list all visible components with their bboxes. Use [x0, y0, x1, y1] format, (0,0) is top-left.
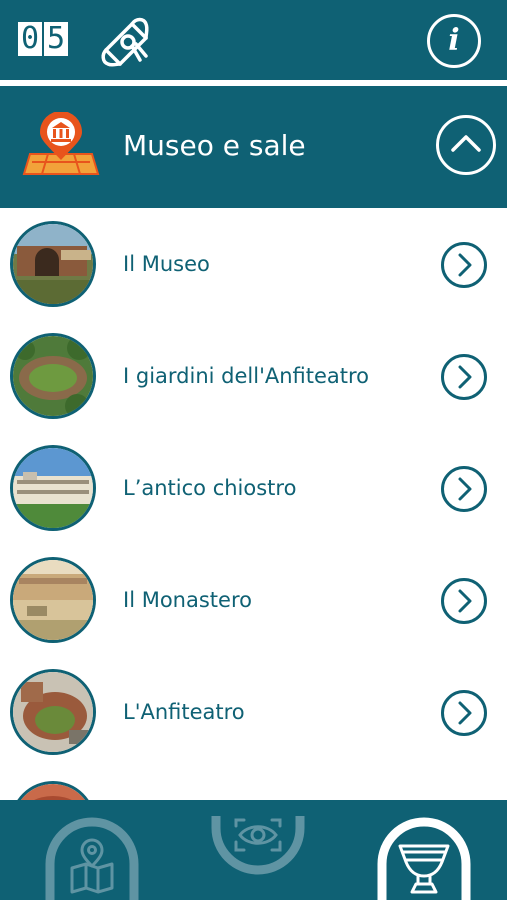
list-item-label: L’antico chiostro	[123, 476, 297, 500]
chevron-right-button[interactable]	[441, 466, 487, 512]
chevron-right-icon	[458, 477, 472, 501]
nav-scan-button[interactable]	[210, 816, 306, 900]
chevron-right-button[interactable]	[441, 578, 487, 624]
room-list: Il Museo I giardini dell'Anfiteatro L’an…	[0, 208, 507, 800]
chevron-right-button[interactable]	[441, 354, 487, 400]
chevron-up-icon	[451, 135, 481, 152]
section-title: Museo e sale	[123, 129, 306, 162]
list-item[interactable]: Il Monastero	[0, 544, 507, 656]
list-item-thumbnail	[10, 333, 96, 419]
list-item-label: Il Museo	[123, 252, 210, 276]
counter-digit-1: 0	[18, 22, 42, 56]
eye-scan-icon	[234, 818, 282, 852]
collapse-button[interactable]	[436, 115, 496, 175]
map-location-icon	[70, 838, 114, 894]
list-item-label: I giardini dell'Anfiteatro	[123, 364, 370, 388]
museum-map-pin-icon	[22, 112, 100, 175]
nav-map-button[interactable]	[44, 816, 140, 900]
list-item[interactable]: Il Museo	[0, 208, 507, 320]
list-item[interactable]: I giardini dell'Anfiteatro	[0, 320, 507, 432]
counter-digit-2: 5	[44, 22, 68, 56]
list-item-thumbnail	[10, 221, 96, 307]
chevron-right-button[interactable]	[441, 242, 487, 288]
list-item[interactable]: L’antico chiostro	[0, 432, 507, 544]
bottom-nav	[0, 800, 507, 900]
list-item[interactable]	[0, 768, 507, 800]
list-item-label: Il Monastero	[123, 588, 252, 612]
list-item-thumbnail	[10, 445, 96, 531]
chevron-right-icon	[458, 589, 472, 613]
vase-icon	[398, 844, 450, 894]
visit-counter: 0 5	[18, 22, 68, 56]
nav-collection-button[interactable]	[376, 816, 472, 900]
section-header[interactable]: Museo e sale	[0, 86, 507, 208]
chevron-right-button[interactable]	[441, 690, 487, 736]
chevron-right-icon	[458, 701, 472, 725]
info-button[interactable]: i	[427, 14, 481, 68]
list-item[interactable]: L'Anfiteatro	[0, 656, 507, 768]
list-item-thumbnail	[10, 781, 96, 800]
diploma-scroll-icon[interactable]	[96, 12, 156, 70]
chevron-right-icon	[458, 365, 472, 389]
top-bar: 0 5 i	[0, 0, 507, 80]
chevron-right-icon	[458, 253, 472, 277]
list-item-label: L'Anfiteatro	[123, 700, 245, 724]
list-item-thumbnail	[10, 669, 96, 755]
list-item-thumbnail	[10, 557, 96, 643]
